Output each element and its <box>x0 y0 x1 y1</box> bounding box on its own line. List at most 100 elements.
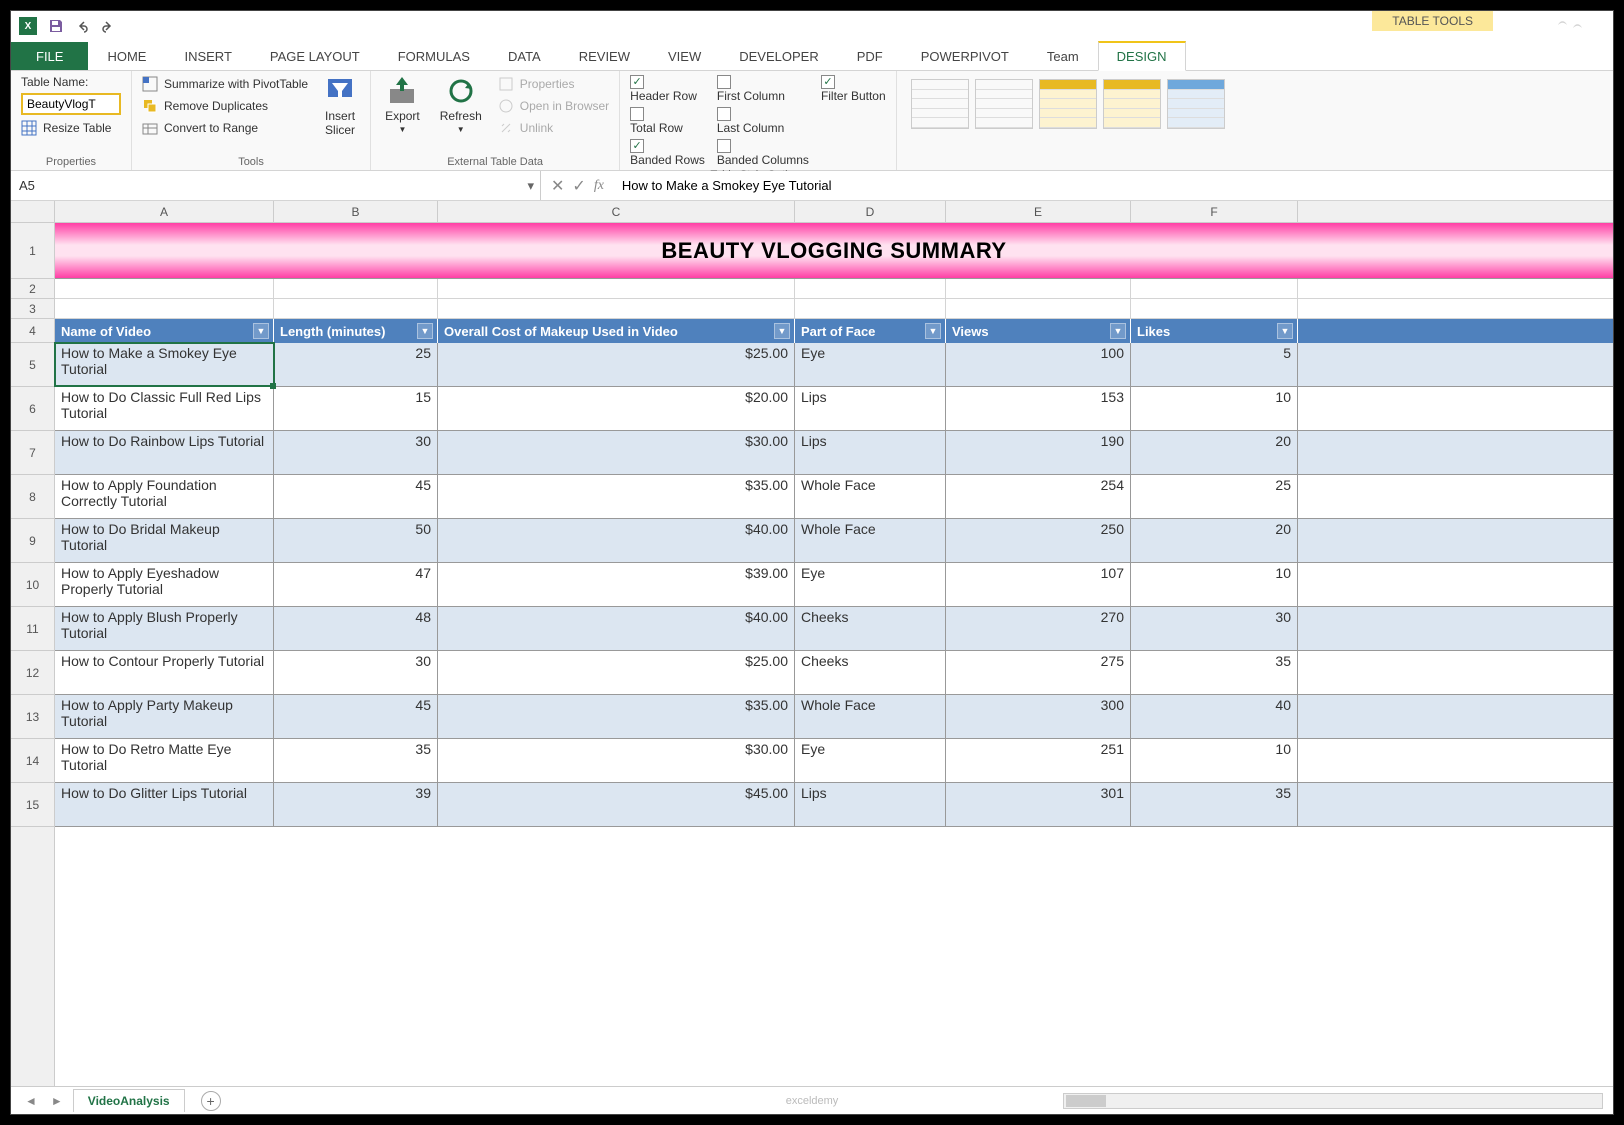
cell[interactable]: $40.00 <box>438 607 795 650</box>
cell[interactable]: Eye <box>795 563 946 606</box>
cell[interactable]: 100 <box>946 343 1131 386</box>
tab-pdf[interactable]: PDF <box>838 42 902 70</box>
resize-table-button[interactable]: Resize Table <box>21 119 121 137</box>
cell[interactable]: 25 <box>274 343 438 386</box>
cell[interactable]: 250 <box>946 519 1131 562</box>
tab-developer[interactable]: DEVELOPER <box>720 42 837 70</box>
cell[interactable]: $35.00 <box>438 695 795 738</box>
tab-data[interactable]: DATA <box>489 42 560 70</box>
row-header[interactable]: 8 <box>11 475 54 519</box>
row-header[interactable]: 12 <box>11 651 54 695</box>
cell[interactable]: 40 <box>1131 695 1298 738</box>
filter-icon[interactable]: ▼ <box>774 323 790 339</box>
table-style-swatch[interactable] <box>1039 79 1097 129</box>
cell[interactable]: How to Apply Foundation Correctly Tutori… <box>55 475 274 518</box>
filter-icon[interactable]: ▼ <box>925 323 941 339</box>
table-row[interactable]: How to Do Retro Matte Eye Tutorial35$30.… <box>55 739 1613 783</box>
cancel-formula-icon[interactable]: ✕ <box>551 176 564 196</box>
cell[interactable]: 25 <box>1131 475 1298 518</box>
sheet-tab[interactable]: VideoAnalysis <box>73 1089 185 1112</box>
convert-to-range-button[interactable]: Convert to Range <box>142 119 308 137</box>
cell[interactable]: 300 <box>946 695 1131 738</box>
table-row[interactable]: How to Make a Smokey Eye Tutorial25$25.0… <box>55 343 1613 387</box>
fx-icon[interactable]: fx <box>594 178 604 194</box>
select-all-corner[interactable] <box>11 201 55 222</box>
th-views[interactable]: Views▼ <box>946 319 1131 343</box>
table-row[interactable]: How to Do Glitter Lips Tutorial39$45.00L… <box>55 783 1613 827</box>
cell[interactable]: 35 <box>1131 783 1298 826</box>
tab-file[interactable]: FILE <box>11 42 88 70</box>
cell[interactable]: 107 <box>946 563 1131 606</box>
cell[interactable]: How to Apply Eyeshadow Properly Tutorial <box>55 563 274 606</box>
export-button[interactable]: Export▼ <box>381 75 424 134</box>
cell[interactable]: $30.00 <box>438 431 795 474</box>
cell[interactable]: Whole Face <box>795 519 946 562</box>
cell[interactable]: 10 <box>1131 739 1298 782</box>
table-row[interactable]: How to Apply Party Makeup Tutorial45$35.… <box>55 695 1613 739</box>
table-row[interactable]: How to Apply Foundation Correctly Tutori… <box>55 475 1613 519</box>
tab-page-layout[interactable]: PAGE LAYOUT <box>251 42 379 70</box>
row-header[interactable]: 15 <box>11 783 54 827</box>
redo-icon[interactable] <box>95 13 121 39</box>
cell[interactable]: 20 <box>1131 431 1298 474</box>
table-style-swatch[interactable] <box>1103 79 1161 129</box>
cell[interactable]: Whole Face <box>795 475 946 518</box>
row-header[interactable]: 3 <box>11 299 54 319</box>
cell[interactable]: 30 <box>1131 607 1298 650</box>
col-header-B[interactable]: B <box>274 201 438 222</box>
chk-banded-columns[interactable]: Banded Columns <box>717 139 809 167</box>
filter-icon[interactable]: ▼ <box>417 323 433 339</box>
th-name[interactable]: Name of Video▼ <box>55 319 274 343</box>
cell[interactable]: 153 <box>946 387 1131 430</box>
cell[interactable]: 50 <box>274 519 438 562</box>
cell[interactable]: 30 <box>274 651 438 694</box>
insert-slicer-button[interactable]: Insert Slicer <box>320 75 360 137</box>
cell[interactable]: 30 <box>274 431 438 474</box>
cell[interactable]: How to Do Bridal Makeup Tutorial <box>55 519 274 562</box>
cell[interactable]: $25.00 <box>438 343 795 386</box>
save-icon[interactable] <box>43 13 69 39</box>
summarize-pivot-button[interactable]: Summarize with PivotTable <box>142 75 308 93</box>
chk-total-row[interactable]: Total Row <box>630 107 705 135</box>
cell[interactable]: $40.00 <box>438 519 795 562</box>
cell[interactable]: 20 <box>1131 519 1298 562</box>
table-row[interactable]: How to Do Bridal Makeup Tutorial50$40.00… <box>55 519 1613 563</box>
filter-icon[interactable]: ▼ <box>1110 323 1126 339</box>
cell[interactable]: How to Contour Properly Tutorial <box>55 651 274 694</box>
tab-insert[interactable]: INSERT <box>165 42 250 70</box>
cells-area[interactable]: BEAUTY VLOGGING SUMMARY Name of Video▼ L… <box>55 223 1613 1086</box>
cell[interactable]: How to Apply Party Makeup Tutorial <box>55 695 274 738</box>
cell[interactable]: 15 <box>274 387 438 430</box>
remove-duplicates-button[interactable]: Remove Duplicates <box>142 97 308 115</box>
cell[interactable]: $20.00 <box>438 387 795 430</box>
chk-first-column[interactable]: First Column <box>717 75 809 103</box>
cell[interactable]: Lips <box>795 387 946 430</box>
tab-home[interactable]: HOME <box>88 42 165 70</box>
cell[interactable]: Cheeks <box>795 607 946 650</box>
chk-header-row[interactable]: Header Row <box>630 75 705 103</box>
row-header[interactable]: 5 <box>11 343 54 387</box>
cell[interactable]: How to Do Glitter Lips Tutorial <box>55 783 274 826</box>
th-likes[interactable]: Likes▼ <box>1131 319 1298 343</box>
formula-input[interactable] <box>614 171 1613 200</box>
cell[interactable]: 35 <box>1131 651 1298 694</box>
sheet-nav-prev-icon[interactable]: ◄ <box>21 1094 41 1108</box>
cell[interactable]: Lips <box>795 783 946 826</box>
cell[interactable]: Eye <box>795 739 946 782</box>
chk-filter-button[interactable]: Filter Button <box>821 75 886 103</box>
horizontal-scrollbar[interactable] <box>1063 1093 1603 1109</box>
undo-icon[interactable] <box>69 13 95 39</box>
col-header-C[interactable]: C <box>438 201 795 222</box>
cell[interactable]: 10 <box>1131 563 1298 606</box>
th-cost[interactable]: Overall Cost of Makeup Used in Video▼ <box>438 319 795 343</box>
cell[interactable]: How to Make a Smokey Eye Tutorial <box>55 343 274 386</box>
row-header[interactable]: 10 <box>11 563 54 607</box>
table-name-input[interactable] <box>21 93 121 115</box>
filter-icon[interactable]: ▼ <box>1277 323 1293 339</box>
row-header[interactable]: 7 <box>11 431 54 475</box>
table-row[interactable]: How to Apply Blush Properly Tutorial48$4… <box>55 607 1613 651</box>
cell[interactable]: Whole Face <box>795 695 946 738</box>
cell[interactable]: 251 <box>946 739 1131 782</box>
cell[interactable]: 254 <box>946 475 1131 518</box>
tab-view[interactable]: VIEW <box>649 42 720 70</box>
